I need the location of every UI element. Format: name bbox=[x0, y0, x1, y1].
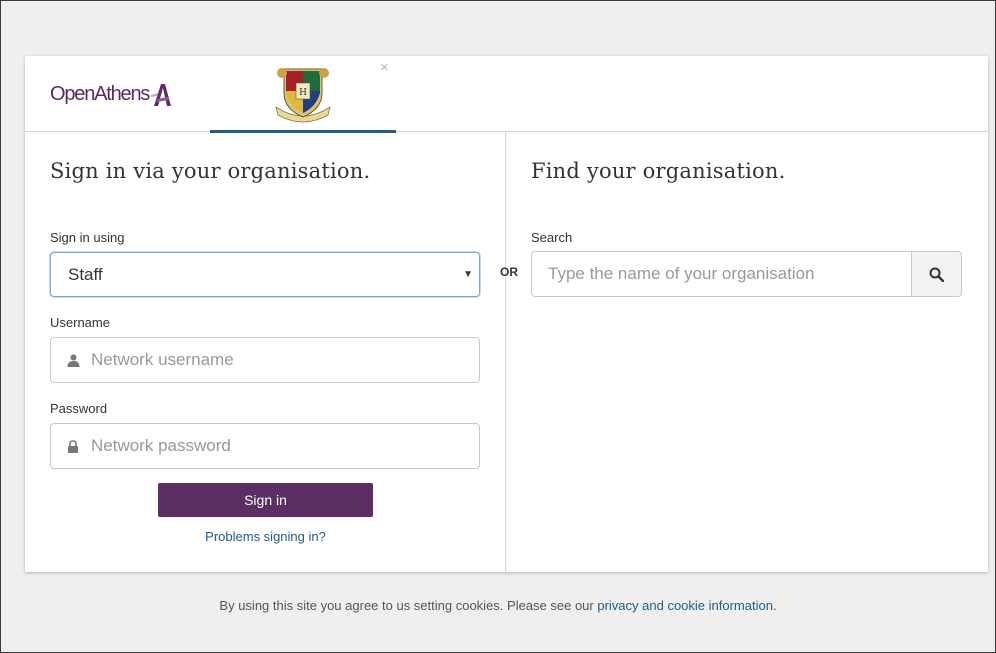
cookie-notice: By using this site you agree to us setti… bbox=[1, 598, 995, 613]
sign-in-using-select[interactable]: Staff ▼ bbox=[50, 252, 480, 297]
column-divider bbox=[505, 132, 506, 572]
sign-in-button[interactable]: Sign in bbox=[158, 483, 373, 517]
problems-signing-in-link[interactable]: Problems signing in? bbox=[25, 529, 506, 544]
close-tab-icon[interactable]: × bbox=[380, 60, 389, 75]
organisation-search bbox=[531, 251, 962, 297]
search-button[interactable] bbox=[911, 252, 961, 296]
username-label: Username bbox=[50, 315, 110, 330]
user-icon bbox=[67, 354, 81, 367]
svg-text:H: H bbox=[299, 88, 307, 98]
brand-name: OpenAthens bbox=[50, 82, 150, 105]
cookie-notice-suffix: . bbox=[772, 598, 777, 613]
password-input[interactable] bbox=[91, 436, 479, 456]
active-tab-underline bbox=[210, 130, 396, 133]
caret-down-icon: ▼ bbox=[463, 269, 473, 280]
signin-heading: Sign in via your organisation. bbox=[50, 159, 371, 183]
lock-icon bbox=[67, 439, 81, 453]
sign-in-using-label: Sign in using bbox=[50, 230, 125, 245]
tab-organisation[interactable]: H × bbox=[210, 56, 396, 133]
openathens-mark-icon bbox=[151, 84, 172, 106]
organisation-search-input[interactable] bbox=[532, 252, 911, 296]
login-card: OpenAthens H × Sign in via your organisa… bbox=[25, 56, 988, 572]
crest-icon: H bbox=[275, 68, 331, 123]
search-icon bbox=[929, 267, 944, 282]
cookie-notice-text: By using this site you agree to us setti… bbox=[219, 598, 598, 613]
tab-bar: OpenAthens H × bbox=[25, 56, 988, 133]
or-separator: OR bbox=[500, 265, 518, 279]
password-label: Password bbox=[50, 401, 108, 416]
username-input[interactable] bbox=[91, 350, 479, 370]
openathens-logo: OpenAthens bbox=[50, 80, 172, 108]
search-label: Search bbox=[531, 230, 573, 245]
password-field[interactable] bbox=[50, 423, 480, 469]
sign-in-using-value: Staff bbox=[68, 264, 103, 284]
privacy-cookie-link[interactable]: privacy and cookie information bbox=[597, 598, 773, 613]
find-organisation-heading: Find your organisation. bbox=[531, 159, 786, 183]
username-field[interactable] bbox=[50, 337, 480, 383]
